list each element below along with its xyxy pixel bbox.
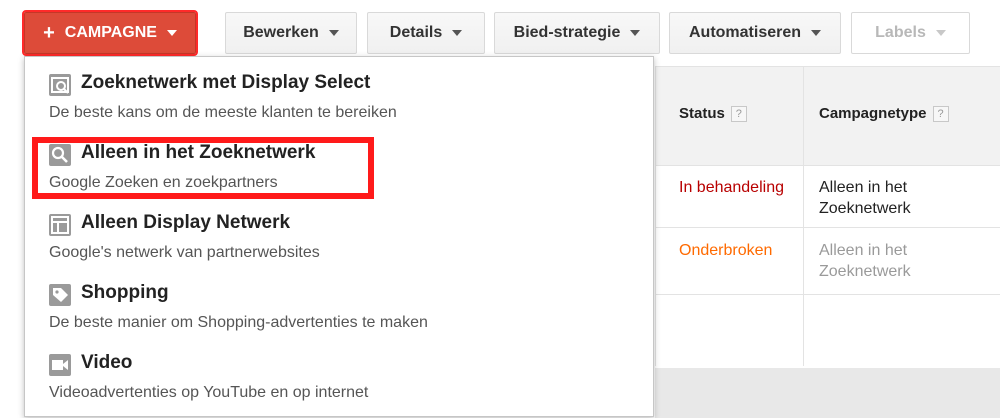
menu-item-shopping[interactable]: Shopping De beste manier om Shopping-adv… (49, 275, 639, 345)
menu-item-title: Alleen Display Netwerk (81, 212, 291, 233)
menu-item-title: Zoeknetwerk met Display Select (81, 72, 371, 93)
menu-item-description: De beste manier om Shopping-advertenties… (49, 314, 428, 331)
bid-strategy-label: Bied-strategie (513, 24, 621, 41)
status-column-header[interactable]: Status ? (679, 105, 747, 122)
table-footer (655, 368, 1000, 418)
campaign-type-cell: Alleen in het Zoeknetwerk (819, 179, 911, 217)
chevron-down-icon (452, 30, 463, 36)
help-icon[interactable]: ? (932, 105, 949, 122)
edit-button[interactable]: Bewerken (225, 12, 357, 54)
chevron-down-icon (811, 30, 822, 36)
campaign-type-cell: Alleen in het Zoeknetwerk (819, 242, 911, 280)
menu-item-display-only[interactable]: Alleen Display Netwerk Google's netwerk … (49, 205, 639, 275)
tag-icon (49, 284, 71, 306)
toolbar: + CAMPAGNE Bewerken Details Bied-strateg… (0, 0, 1000, 56)
edit-label: Bewerken (243, 24, 319, 41)
menu-item-description: De beste kans om de meeste klanten te be… (49, 104, 397, 121)
table-row: In behandeling Alleen in het Zoeknetwerk (655, 165, 1000, 228)
details-button[interactable]: Details (367, 12, 485, 54)
plus-icon: + (43, 22, 55, 44)
video-icon (49, 354, 71, 376)
menu-item-title: Shopping (81, 282, 169, 303)
highlight-box (32, 137, 374, 199)
chevron-down-icon (935, 30, 946, 36)
menu-item-video[interactable]: Video Videoadvertenties op YouTube en op… (49, 345, 639, 415)
bid-strategy-button[interactable]: Bied-strategie (494, 12, 660, 54)
labels-button: Labels (851, 12, 970, 54)
menu-item-description: Videoadvertenties op YouTube en op inter… (49, 384, 369, 401)
campaign-type-menu: Zoeknetwerk met Display Select De beste … (24, 56, 654, 417)
menu-item-search-display-select[interactable]: Zoeknetwerk met Display Select De beste … (49, 65, 639, 135)
chevron-down-icon (166, 30, 177, 36)
labels-label: Labels (875, 24, 926, 41)
campaign-table: Status ? Campagnetype ? In behandeling A… (655, 58, 1000, 418)
chevron-down-icon (328, 30, 339, 36)
table-header: Status ? Campagnetype ? (655, 66, 1000, 166)
automate-button[interactable]: Automatiseren (669, 12, 841, 54)
display-network-icon (49, 214, 71, 236)
search-display-icon (49, 74, 71, 96)
new-campaign-label: CAMPAGNE (64, 24, 157, 41)
status-cell: Onderbroken (679, 242, 773, 259)
automate-label: Automatiseren (688, 24, 802, 41)
details-label: Details (389, 24, 443, 41)
status-cell: In behandeling (679, 179, 784, 196)
help-icon[interactable]: ? (730, 105, 747, 122)
chevron-down-icon (630, 30, 641, 36)
campaign-type-column-header[interactable]: Campagnetype ? (819, 105, 949, 122)
new-campaign-button[interactable]: + CAMPAGNE (22, 10, 198, 56)
menu-item-title: Video (81, 352, 133, 373)
menu-item-description: Google's netwerk van partnerwebsites (49, 244, 320, 261)
table-row: Onderbroken Alleen in het Zoeknetwerk (655, 228, 1000, 295)
